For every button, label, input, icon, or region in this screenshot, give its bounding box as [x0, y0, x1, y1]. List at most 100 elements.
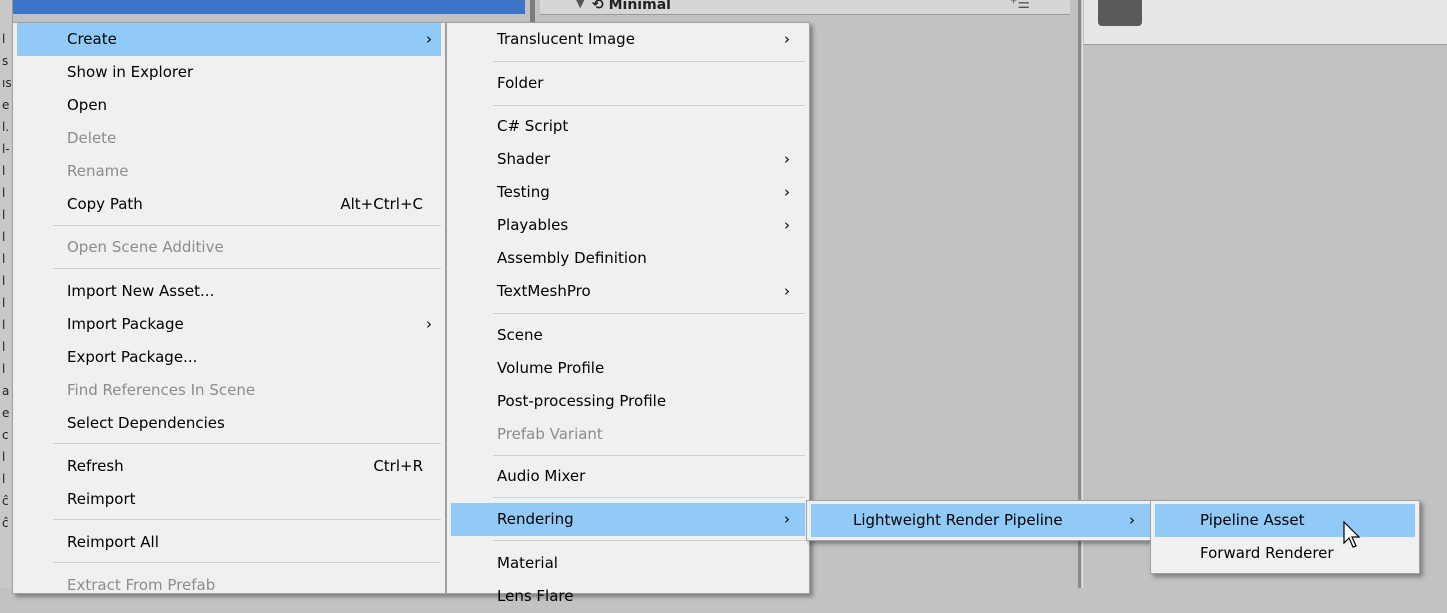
- menu-item-assembly-definition[interactable]: Assembly Definition: [447, 242, 809, 275]
- menu-item-label: Create: [67, 30, 117, 48]
- menu-item-label: Reimport: [67, 490, 136, 508]
- menu-item-show-in-explorer[interactable]: Show in Explorer: [13, 56, 445, 89]
- project-row-glyph: l: [2, 296, 6, 310]
- project-row-glyph: l-: [2, 142, 10, 156]
- menu-item-shortcut: Ctrl+R: [373, 457, 423, 475]
- scene-icon: ⟲: [592, 0, 604, 13]
- menu-item-rename: Rename: [13, 155, 445, 188]
- menu-item-label: Reimport All: [67, 533, 159, 551]
- menu-separator: [493, 61, 805, 62]
- menu-item-label: Open Scene Additive: [67, 238, 224, 256]
- create-submenu: Translucent Image › Folder C# Script Shader ›…: [446, 22, 810, 605]
- project-row-glyph: ĉ: [2, 516, 9, 530]
- project-row-glyph: a: [2, 384, 10, 398]
- menu-item-playables[interactable]: Playables ›: [447, 209, 809, 242]
- menu-item-copy-path[interactable]: Copy Path Alt+Ctrl+C: [13, 188, 445, 221]
- menu-item-import-new-asset[interactable]: Import New Asset...: [13, 275, 445, 308]
- menu-item-label: Delete: [67, 129, 117, 147]
- submenu-arrow-icon: ›: [784, 183, 790, 201]
- menu-item-c-script[interactable]: C# Script: [447, 110, 809, 143]
- menu-item-label: Scene: [497, 326, 543, 344]
- project-row-glyph: l: [2, 32, 6, 46]
- menu-item-export-package[interactable]: Export Package...: [13, 341, 445, 374]
- menu-item-material[interactable]: Material: [447, 547, 809, 580]
- menu-item-select-dependencies[interactable]: Select Dependencies: [13, 407, 445, 440]
- menu-item-lens-flare[interactable]: Lens Flare: [447, 580, 809, 613]
- menu-item-label: Rename: [67, 162, 129, 180]
- hierarchy-header[interactable]: ▼ ⟲ Minimal ⁺☰: [540, 0, 1070, 15]
- menu-item-lightweight-render-pipeline[interactable]: Lightweight Render Pipeline ›: [811, 504, 1157, 537]
- submenu-arrow-icon: ›: [1129, 511, 1135, 529]
- menu-item-label: Export Package...: [67, 348, 198, 366]
- menu-item-label: Pipeline Asset: [1200, 511, 1305, 529]
- scene-name: ⟲ Minimal: [592, 0, 671, 13]
- menu-item-forward-renderer[interactable]: Forward Renderer: [1151, 537, 1419, 570]
- project-row-glyph: l: [2, 450, 6, 464]
- project-row-glyph: l: [2, 340, 6, 354]
- menu-item-textmeshpro[interactable]: TextMeshPro ›: [447, 275, 809, 308]
- menu-item-label: Find References In Scene: [67, 381, 256, 399]
- panel-menu-icon[interactable]: ⁺☰: [1010, 0, 1030, 11]
- scene-label: Minimal: [608, 0, 671, 13]
- project-row-glyph: l: [2, 208, 6, 222]
- menu-item-refresh[interactable]: Refresh Ctrl+R: [13, 450, 445, 483]
- project-row-glyph: ıs: [2, 76, 12, 90]
- menu-item-testing[interactable]: Testing ›: [447, 176, 809, 209]
- menu-item-label: Audio Mixer: [497, 467, 586, 485]
- menu-item-label: Shader: [497, 150, 551, 168]
- menu-item-label: Extract From Prefab: [67, 576, 216, 594]
- menu-item-label: C# Script: [497, 117, 569, 135]
- project-row-glyph: c: [2, 428, 9, 442]
- menu-item-label: Import Package: [67, 315, 184, 333]
- menu-item-audio-mixer[interactable]: Audio Mixer: [447, 460, 809, 493]
- submenu-arrow-icon: ›: [784, 30, 790, 48]
- menu-item-label: Translucent Image: [497, 30, 635, 48]
- menu-item-scene[interactable]: Scene: [447, 319, 809, 352]
- project-row-glyph: ĉ: [2, 494, 9, 508]
- menu-item-label: Folder: [497, 74, 544, 92]
- submenu-arrow-icon: ›: [784, 510, 790, 528]
- menu-item-label: Assembly Definition: [497, 249, 647, 267]
- menu-item-open-scene-additive: Open Scene Additive: [13, 231, 445, 264]
- mouse-pointer-icon: [1343, 521, 1361, 548]
- menu-item-reimport[interactable]: Reimport: [13, 483, 445, 516]
- menu-item-open[interactable]: Open: [13, 89, 445, 122]
- menu-item-shader[interactable]: Shader ›: [447, 143, 809, 176]
- menu-item-label: Show in Explorer: [67, 63, 194, 81]
- menu-item-volume-profile[interactable]: Volume Profile: [447, 352, 809, 385]
- project-row-glyph: l: [2, 472, 6, 486]
- menu-item-label: Refresh: [67, 457, 124, 475]
- submenu-arrow-icon: ›: [784, 282, 790, 300]
- rendering-submenu: Lightweight Render Pipeline ›: [806, 500, 1162, 541]
- project-row-glyph: s: [2, 54, 9, 68]
- menu-item-create[interactable]: Create ›: [17, 23, 441, 56]
- menu-item-pipeline-asset[interactable]: Pipeline Asset: [1155, 504, 1415, 537]
- menu-item-find-references-in-scene: Find References In Scene: [13, 374, 445, 407]
- inspector-button[interactable]: [1098, 0, 1142, 26]
- menu-separator: [53, 562, 441, 563]
- menu-item-label: Lightweight Render Pipeline: [853, 511, 1063, 529]
- inspector-header: [1084, 0, 1447, 45]
- menu-item-extract-from-prefab: Extract From Prefab: [13, 569, 445, 602]
- menu-item-label: Playables: [497, 216, 569, 234]
- lightweight-render-pipeline-submenu: Pipeline Asset Forward Renderer: [1150, 500, 1420, 574]
- menu-item-label: Post-processing Profile: [497, 392, 667, 410]
- project-row-glyph: e: [2, 406, 10, 420]
- menu-item-rendering[interactable]: Rendering ›: [451, 503, 805, 536]
- selection-bar-bg: [0, 0, 525, 14]
- submenu-arrow-icon: ›: [426, 30, 432, 48]
- menu-item-translucent-image[interactable]: Translucent Image ›: [447, 23, 809, 56]
- project-row-glyph: l: [2, 164, 6, 178]
- menu-item-label: Select Dependencies: [67, 414, 225, 432]
- menu-item-label: Volume Profile: [497, 359, 605, 377]
- submenu-arrow-icon: ›: [426, 315, 432, 333]
- menu-item-label: Testing: [497, 183, 550, 201]
- menu-item-label: Open: [67, 96, 108, 114]
- menu-item-post-processing-profile[interactable]: Post-processing Profile: [447, 385, 809, 418]
- menu-item-label: Rendering: [497, 510, 574, 528]
- collapse-triangle-icon[interactable]: ▼: [576, 0, 584, 10]
- menu-item-reimport-all[interactable]: Reimport All: [13, 526, 445, 559]
- menu-item-import-package[interactable]: Import Package ›: [13, 308, 445, 341]
- menu-separator: [493, 540, 805, 541]
- menu-item-folder[interactable]: Folder: [447, 67, 809, 100]
